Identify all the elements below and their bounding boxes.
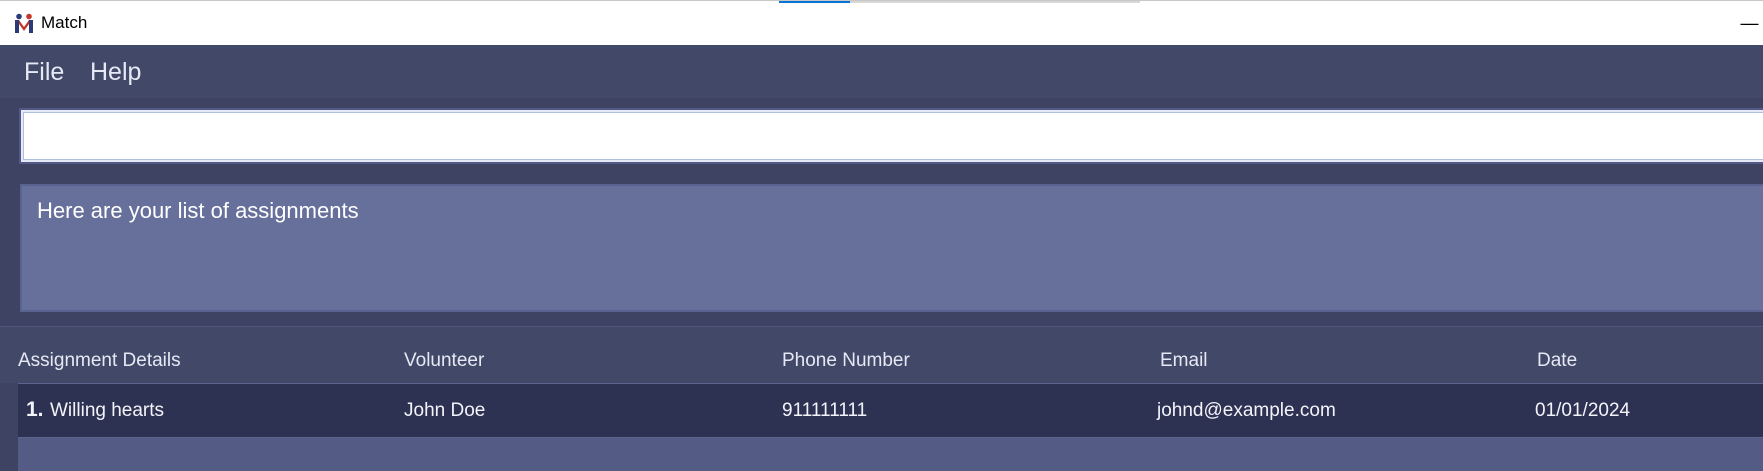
header-assignment-details: Assignment Details — [18, 350, 181, 371]
header-email: Email — [1160, 350, 1208, 371]
header-phone-number: Phone Number — [782, 350, 910, 371]
menu-file[interactable]: File — [24, 58, 64, 87]
assignment-list-panel: Assignment Details Volunteer Phone Numbe… — [0, 326, 1763, 471]
cell-assignment-details: Willing hearts — [50, 400, 165, 421]
cell-volunteer: John Doe — [404, 400, 486, 421]
header-date: Date — [1537, 350, 1578, 371]
header-volunteer: Volunteer — [404, 350, 485, 371]
command-input[interactable] — [23, 112, 1763, 160]
app-logo-icon — [13, 12, 35, 34]
taskbar-accent-active — [779, 1, 850, 3]
cell-email: johnd@example.com — [1157, 400, 1336, 421]
result-display-area: Here are your list of assignments — [0, 174, 1763, 326]
minimize-button[interactable]: — — [1736, 9, 1763, 37]
assignment-list[interactable]: 1. Willing hearts John Doe 911111111 joh… — [18, 383, 1763, 471]
result-display: Here are your list of assignments — [20, 184, 1763, 312]
cell-phone-number: 911111111 — [782, 400, 868, 421]
table-row[interactable]: 1. Willing hearts John Doe 911111111 joh… — [18, 383, 1763, 438]
result-message: Here are your list of assignments — [37, 198, 359, 223]
title-bar[interactable]: Match — — [0, 0, 1763, 45]
cell-date: 01/01/2024 — [1535, 400, 1631, 421]
menu-bar: File Help — [0, 45, 1763, 98]
taskbar-accent-inactive — [850, 1, 1140, 3]
command-box-frame — [19, 108, 1763, 164]
row-index: 1. — [26, 398, 44, 421]
table-header: Assignment Details Volunteer Phone Numbe… — [0, 326, 1763, 383]
window-title: Match — [41, 13, 88, 32]
command-box-area — [0, 98, 1763, 174]
menu-help[interactable]: Help — [90, 58, 141, 87]
